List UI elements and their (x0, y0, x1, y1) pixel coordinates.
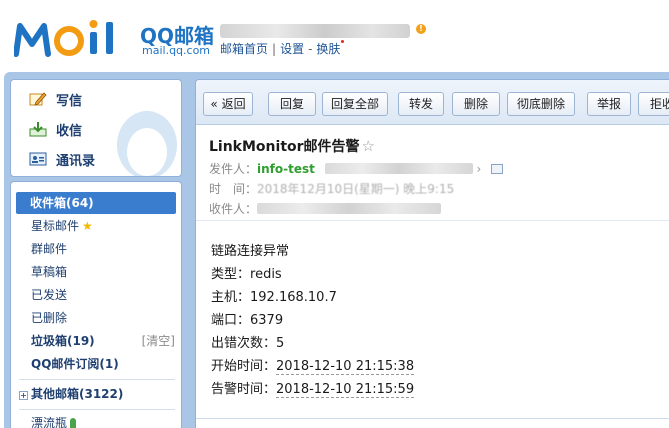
errors-value: 5 (276, 336, 285, 351)
back-button[interactable]: « 返回 (203, 92, 253, 116)
qq-mail-logo[interactable]: QQ邮箱 mail.qq.com (14, 18, 214, 60)
alert-port-line: 端口：6379 (211, 309, 283, 328)
folder-drafts-label: 草稿箱 (31, 265, 68, 279)
from-label: 发件人： (209, 162, 258, 176)
alert-time-label: 告警时间： (211, 382, 277, 397)
folder-deleted[interactable]: 已删除 (11, 307, 181, 329)
host-value: 192.168.10.7 (250, 290, 337, 305)
skin-new-dot (341, 40, 345, 43)
contact-card-icon[interactable] (491, 164, 504, 174)
folder-drafts[interactable]: 草稿箱 (11, 261, 181, 283)
contacts-label: 通讯录 (56, 153, 96, 169)
time-label: 时 间： (209, 182, 258, 196)
nav-separator: | (272, 42, 277, 56)
delete-button[interactable]: 删除 (452, 92, 500, 116)
empty-spam-link[interactable]: [清空] (142, 330, 175, 352)
folder-inbox-label: 收件箱(64) (30, 196, 94, 210)
alert-type-line: 类型：redis (211, 263, 282, 282)
mail-to-row: 收件人： (209, 200, 442, 217)
port-value: 6379 (250, 313, 284, 328)
folder-spam[interactable]: 垃圾箱(19) [清空] (11, 330, 181, 352)
forward-button[interactable]: 转发 (398, 92, 444, 116)
type-value: redis (250, 267, 282, 282)
header-divider (196, 220, 669, 221)
alert-start-line: 开始时间：2018-12-10 21:15:38 (211, 355, 415, 375)
mail-logo-mark (14, 20, 113, 57)
folder-group-label: 群邮件 (31, 242, 68, 256)
port-label: 端口： (211, 313, 251, 328)
star-icon: ★ (82, 219, 93, 233)
folder-starred[interactable]: 星标邮件 ★ (11, 215, 181, 237)
folder-spam-label: 垃圾箱(19) (31, 334, 95, 348)
sender-name[interactable]: info-test (257, 162, 315, 176)
delete-forever-button[interactable]: 彻底删除 (507, 92, 575, 116)
write-icon (29, 91, 47, 107)
folder-other-mailboxes[interactable]: + 其他邮箱(3122) (11, 383, 181, 405)
start-time-value[interactable]: 2018-12-10 21:15:38 (276, 359, 415, 375)
body-bottom-divider (196, 418, 669, 419)
sender-address-redacted (324, 163, 473, 174)
change-skin-link[interactable]: 换肤 (316, 42, 340, 56)
bottle-icon (70, 418, 77, 428)
alert-heading: 链路连接异常 (211, 244, 290, 259)
alert-errors-line: 出错次数：5 (211, 332, 284, 351)
folder-list: 收件箱(64) 星标邮件 ★ 群邮件 草稿箱 已发送 已删除 垃圾箱(19) [清… (10, 181, 182, 428)
receive-button[interactable]: 收信 (29, 118, 82, 140)
star-toggle-icon[interactable]: ☆ (362, 137, 375, 155)
folder-starred-label: 星标邮件 (31, 219, 80, 233)
reply-button[interactable]: 回复 (268, 92, 316, 116)
mail-time: 2018年12月10日(星期一) 晚上9:15 (257, 182, 455, 196)
folder-drift-bottle-label: 漂流瓶 (31, 416, 68, 428)
folder-subscriptions-label: QQ邮件订阅(1) (31, 357, 119, 371)
receive-label: 收信 (56, 123, 83, 139)
recipient-redacted (257, 203, 442, 214)
start-label: 开始时间： (211, 359, 277, 374)
sender-arrow-icon[interactable]: › (477, 162, 482, 176)
mail-reading-pane: « 返回 回复 回复全部 转发 删除 彻底删除 举报 拒收 LinkMonito… (195, 79, 669, 428)
mail-subject-text: LinkMonitor邮件告警 (209, 139, 360, 155)
folder-sent[interactable]: 已发送 (11, 284, 181, 306)
receive-icon (29, 121, 47, 137)
folder-inbox[interactable]: 收件箱(64) (16, 192, 176, 214)
errors-label: 出错次数： (211, 336, 277, 351)
folder-sent-label: 已发送 (31, 288, 68, 302)
alert-host-line: 主机：192.168.10.7 (211, 286, 337, 305)
folder-divider (19, 379, 175, 380)
mail-toolbar: « 返回 回复 回复全部 转发 删除 彻底删除 举报 拒收 (196, 80, 669, 125)
alert-time-value[interactable]: 2018-12-10 21:15:59 (276, 382, 415, 398)
contacts-icon (29, 151, 47, 167)
notification-badge[interactable]: ! (416, 24, 426, 34)
logo-domain: mail.qq.com (142, 44, 211, 57)
mail-from-row: 发件人：info-test › (209, 160, 504, 177)
alert-time-line: 告警时间：2018-12-10 21:15:59 (211, 378, 415, 398)
type-label: 类型： (211, 267, 251, 282)
settings-link[interactable]: 设置 (280, 42, 304, 56)
reject-button[interactable]: 拒收 (638, 92, 669, 116)
folder-drift-bottle[interactable]: 漂流瓶 (11, 412, 181, 428)
reply-all-button[interactable]: 回复全部 (322, 92, 388, 116)
to-label: 收件人： (209, 202, 258, 216)
compose-button[interactable]: 写信 (29, 88, 82, 110)
contacts-button[interactable]: 通讯录 (29, 148, 95, 170)
host-label: 主机： (211, 290, 251, 305)
quick-actions-panel: 写信 收信 通讯录 (10, 79, 182, 177)
folder-other-label: 其他邮箱(3122) (31, 387, 124, 401)
report-button[interactable]: 举报 (587, 92, 631, 116)
mail-time-row: 时 间：2018年12月10日(星期一) 晚上9:15 (209, 180, 454, 197)
top-nav-links: 邮箱首页 | 设置 - 换肤 (220, 40, 345, 57)
folder-deleted-label: 已删除 (31, 311, 68, 325)
mailbox-home-link[interactable]: 邮箱首页 (220, 42, 268, 56)
folder-subscriptions[interactable]: QQ邮件订阅(1) (11, 353, 181, 375)
expand-icon[interactable]: + (19, 391, 28, 400)
mail-subject: LinkMonitor邮件告警 ☆ (209, 136, 375, 156)
folder-group[interactable]: 群邮件 (11, 238, 181, 260)
penguin-watermark (117, 111, 177, 176)
folder-divider (19, 409, 175, 410)
compose-label: 写信 (56, 93, 83, 109)
account-name-redacted (220, 24, 410, 38)
nav-separator: - (308, 42, 313, 56)
